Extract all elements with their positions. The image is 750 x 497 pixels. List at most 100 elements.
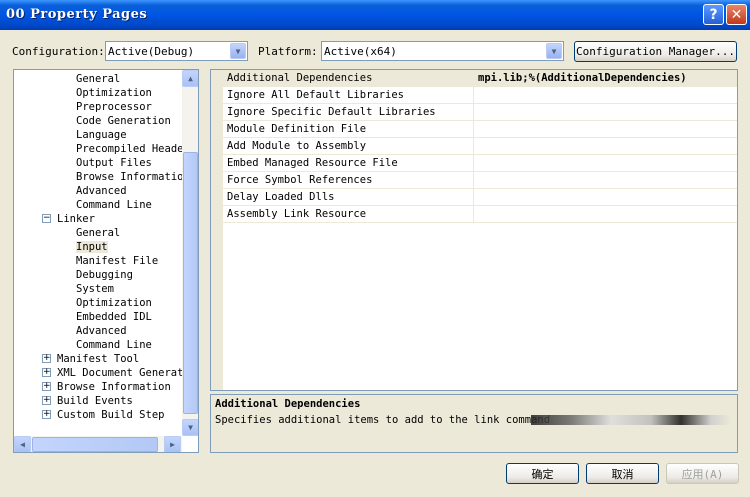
window-title: 00 Property Pages xyxy=(6,7,148,22)
column-divider xyxy=(473,87,474,104)
tree-item[interactable]: Command Line xyxy=(76,198,152,212)
column-divider xyxy=(473,206,474,223)
scroll-right-icon[interactable]: ▶ xyxy=(164,436,181,452)
grid-gutter xyxy=(211,70,223,390)
tree-item-label: Output Files xyxy=(76,157,152,169)
tree-horizontal-scroll-thumb[interactable] xyxy=(32,437,158,452)
title-bar: 00 Property Pages ? ✕ xyxy=(0,0,750,30)
property-name: Ignore All Default Libraries xyxy=(227,89,405,101)
property-row[interactable]: Assembly Link Resource xyxy=(223,206,737,223)
expand-icon[interactable]: + xyxy=(42,368,51,377)
tree-item-label: Preprocessor xyxy=(76,101,152,113)
tree-item-label: Build Events xyxy=(57,395,133,407)
expand-icon[interactable]: + xyxy=(42,382,51,391)
tree-item-label: Optimization xyxy=(76,87,152,99)
expand-icon[interactable]: + xyxy=(42,410,51,419)
tree-item[interactable]: System xyxy=(76,282,114,296)
tree-item-label: Input xyxy=(76,241,108,253)
property-grid[interactable]: Additional Dependencies mpi.lib;%(Additio… xyxy=(210,69,738,391)
tree-item-label: Advanced xyxy=(76,185,127,197)
description-title: Additional Dependencies xyxy=(215,398,361,410)
help-icon: ? xyxy=(709,6,718,23)
property-name: Additional Dependencies xyxy=(227,72,373,84)
property-row[interactable]: Module Definition File xyxy=(223,121,737,138)
platform-select[interactable]: Active(x64) ▼ xyxy=(321,41,564,61)
expand-icon[interactable]: + xyxy=(42,354,51,363)
tree-item-label: Embedded IDL xyxy=(76,311,152,323)
configuration-manager-button[interactable]: Configuration Manager... xyxy=(574,41,737,62)
expand-icon[interactable]: + xyxy=(42,396,51,405)
column-divider xyxy=(473,70,474,87)
tree-item[interactable]: Language xyxy=(76,128,127,142)
tree-item[interactable]: Precompiled Heade xyxy=(76,142,183,156)
tree-item-label: General xyxy=(76,227,121,239)
tree-item-label: Command Line xyxy=(76,339,152,351)
tree-item[interactable]: General xyxy=(76,72,120,86)
description-panel: Additional Dependencies Specifies additi… xyxy=(210,394,738,453)
tree-item-label: Custom Build Step xyxy=(57,409,165,421)
tree-item[interactable]: Advanced xyxy=(76,324,127,338)
tree-item-label: Manifest Tool xyxy=(57,353,140,365)
property-tree[interactable]: General Optimization Preprocessor Code Gene… xyxy=(13,69,199,453)
property-row[interactable]: Embed Managed Resource File xyxy=(223,155,737,172)
property-name: Force Symbol References xyxy=(227,174,373,186)
tree-item[interactable]: Optimization xyxy=(76,86,152,100)
tree-item-label: Manifest File xyxy=(76,255,159,267)
tree-item[interactable]: Manifest File xyxy=(76,254,158,268)
tree-item-label: XML Document Generato xyxy=(57,367,190,379)
redacted-overlay xyxy=(531,415,731,425)
tree-vertical-scrollbar[interactable]: ▲ ▼ xyxy=(182,70,198,436)
collapse-icon[interactable]: − xyxy=(42,214,51,223)
property-row[interactable]: Ignore All Default Libraries xyxy=(223,87,737,104)
tree-item[interactable]: Output Files xyxy=(76,156,152,170)
column-divider xyxy=(473,189,474,206)
ok-button[interactable]: 确定 xyxy=(506,463,579,484)
tree-item-label: Command Line xyxy=(76,199,152,211)
tree-item[interactable]: Input xyxy=(76,240,108,254)
property-row[interactable]: Force Symbol References xyxy=(223,172,737,189)
tree-item-label: Linker xyxy=(57,213,95,225)
property-row[interactable]: Delay Loaded Dlls xyxy=(223,189,737,206)
tree-item[interactable]: Optimization xyxy=(76,296,152,310)
tree-item[interactable]: Debugging xyxy=(76,268,133,282)
apply-button[interactable]: 应用(A) xyxy=(666,463,739,484)
tree-horizontal-scrollbar[interactable]: ◀ ▶ xyxy=(14,436,182,452)
configuration-select[interactable]: Active(Debug) ▼ xyxy=(105,41,248,61)
tree-item-label: Language xyxy=(76,129,127,141)
chevron-down-icon[interactable]: ▼ xyxy=(230,43,246,59)
tree-item[interactable]: Command Line xyxy=(76,338,152,352)
cancel-button[interactable]: 取消 xyxy=(586,463,659,484)
property-row[interactable]: Additional Dependencies mpi.lib;%(Additio… xyxy=(223,70,737,87)
column-divider xyxy=(473,138,474,155)
scroll-down-icon[interactable]: ▼ xyxy=(182,419,198,436)
tree-item[interactable]: Browse Informatio xyxy=(76,170,183,184)
scroll-up-icon[interactable]: ▲ xyxy=(182,70,198,87)
tree-item[interactable]: Embedded IDL xyxy=(76,310,152,324)
property-name: Ignore Specific Default Libraries xyxy=(227,106,436,118)
description-text: Specifies additional items to add to the… xyxy=(215,414,551,426)
tree-item-label: General xyxy=(76,73,121,85)
tree-item[interactable]: General xyxy=(76,226,120,240)
tree-item-label: Optimization xyxy=(76,297,152,309)
close-icon: ✕ xyxy=(730,6,743,23)
property-value[interactable]: mpi.lib;%(AdditionalDependencies) xyxy=(478,72,687,84)
close-button[interactable]: ✕ xyxy=(726,4,747,25)
tree-vertical-scroll-thumb[interactable] xyxy=(183,152,198,414)
chevron-down-icon[interactable]: ▼ xyxy=(546,43,562,59)
help-button[interactable]: ? xyxy=(703,4,724,25)
tree-item-label: Debugging xyxy=(76,269,133,281)
tree-item-label: Code Generation xyxy=(76,115,171,127)
scroll-left-icon[interactable]: ◀ xyxy=(14,436,31,452)
property-name: Assembly Link Resource xyxy=(227,208,367,220)
property-row[interactable]: Add Module to Assembly xyxy=(223,138,737,155)
tree-item[interactable]: Advanced xyxy=(76,184,127,198)
tree-item-label: Advanced xyxy=(76,325,127,337)
property-name: Embed Managed Resource File xyxy=(227,157,398,169)
column-divider xyxy=(473,172,474,189)
property-row[interactable]: Ignore Specific Default Libraries xyxy=(223,104,737,121)
tree-item-label: Precompiled Heade xyxy=(76,143,184,155)
tree-item[interactable]: Code Generation xyxy=(76,114,171,128)
tree-item[interactable]: Preprocessor xyxy=(76,100,152,114)
configuration-value: Active(Debug) xyxy=(108,45,195,58)
tree-item-label: System xyxy=(76,283,114,295)
